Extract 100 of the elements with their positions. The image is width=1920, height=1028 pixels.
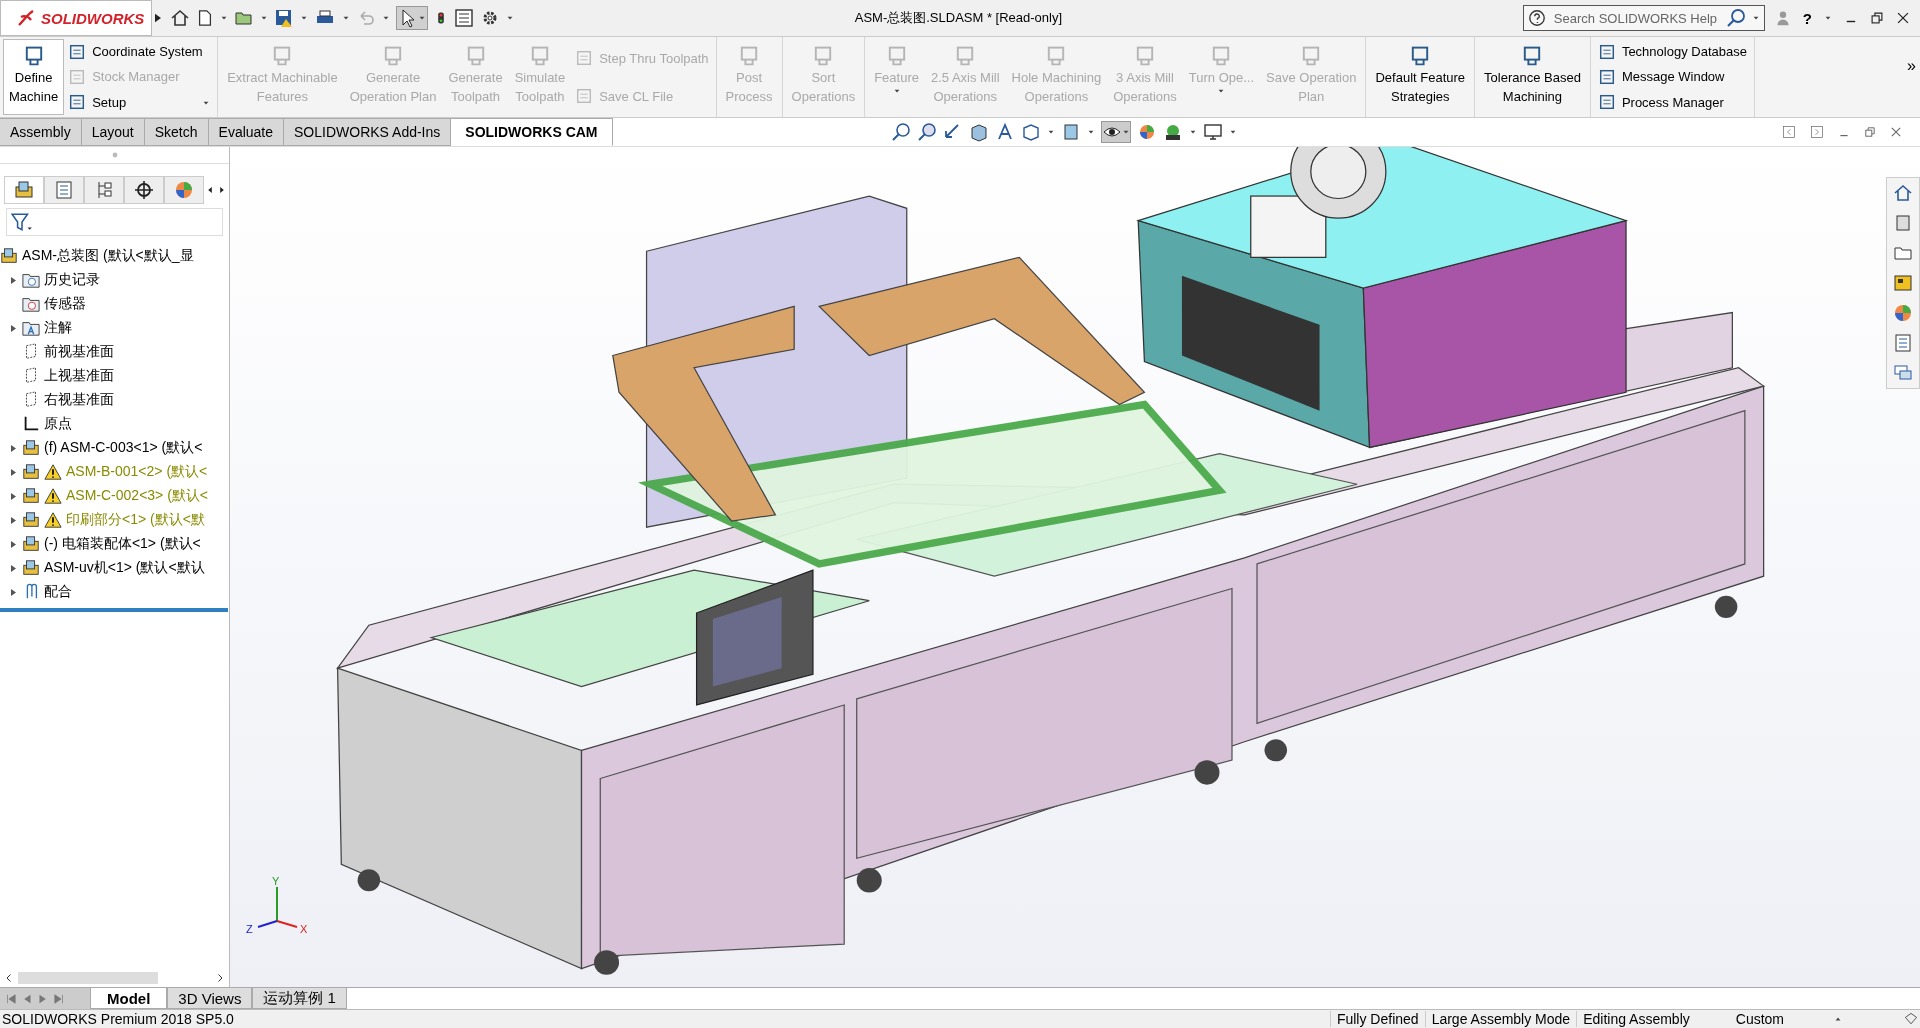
panel-tab[interactable]: [124, 176, 164, 204]
expand-arrow-icon[interactable]: [9, 515, 17, 525]
tool-icon: [1597, 42, 1616, 61]
grip-dot-icon[interactable]: [110, 151, 119, 159]
new-document-icon[interactable]: [196, 8, 214, 28]
monitor-icon[interactable]: [1202, 122, 1223, 142]
tile-right-icon[interactable]: [1810, 125, 1824, 139]
units-button[interactable]: Custom: [1735, 1011, 1842, 1027]
search-bar[interactable]: Search SOLIDWORKS Help: [1522, 5, 1765, 31]
expand-arrow-icon[interactable]: [9, 539, 17, 549]
command-tab[interactable]: Layout: [81, 118, 145, 146]
home-icon[interactable]: [1893, 183, 1913, 203]
status-text: Fully Defined: [1329, 1011, 1425, 1027]
app-logo[interactable]: SOLIDWORKS: [0, 0, 152, 36]
caret-icon[interactable]: [342, 14, 350, 22]
tree-item[interactable]: 印刷部分<1> (默认<默: [0, 508, 228, 532]
tree-item[interactable]: (-) 电箱装配体<1> (默认<: [0, 532, 228, 556]
more-button[interactable]: »: [1907, 57, 1916, 75]
help-circle-icon: [1527, 9, 1546, 27]
scroll-left-icon[interactable]: [4, 972, 14, 984]
home-icon[interactable]: [170, 8, 190, 28]
status-text: SOLIDWORKS Premium 2018 SP5.0: [1, 1011, 235, 1027]
tool-icon: [68, 42, 87, 61]
caret-icon[interactable]: [1188, 128, 1197, 136]
zoom-to-fit-icon[interactable]: [890, 122, 911, 142]
view-orientation-icon[interactable]: [1020, 122, 1041, 142]
expand-arrow-icon[interactable]: [9, 491, 17, 501]
sheet-tab[interactable]: 运动算例 1: [252, 988, 347, 1009]
first-icon[interactable]: [4, 991, 18, 1006]
tile-left-icon[interactable]: [1782, 125, 1796, 139]
caret-icon[interactable]: [382, 14, 390, 22]
caret-icon[interactable]: [1228, 128, 1237, 136]
caret-icon[interactable]: [506, 14, 514, 22]
chat-icon[interactable]: [1893, 363, 1913, 383]
tree-item[interactable]: 前视基准面: [0, 340, 228, 364]
tree-item[interactable]: ASM-总装图 (默认<默认_显: [0, 244, 228, 268]
assembly-icon: [0, 247, 18, 265]
command-tab[interactable]: Sketch: [144, 118, 209, 146]
command-tab[interactable]: Evaluate: [208, 118, 285, 146]
help-button[interactable]: ?: [1802, 9, 1812, 27]
ribbon-button[interactable]: Tolerance Based Machining: [1478, 39, 1587, 115]
expand-arrow-icon[interactable]: [9, 443, 17, 453]
tree-item[interactable]: ASM-B-001<2> (默认<: [0, 460, 228, 484]
origin-icon: [22, 415, 40, 433]
sheet-tab[interactable]: Model: [90, 988, 168, 1009]
expand-arrow-icon[interactable]: [9, 587, 17, 597]
caret-icon[interactable]: [418, 14, 426, 22]
tree-item[interactable]: 右视基准面: [0, 388, 228, 412]
caret-icon[interactable]: [220, 14, 228, 22]
tree-item[interactable]: 注解: [0, 316, 228, 340]
expand-arrow-icon[interactable]: [9, 275, 17, 285]
tree-item[interactable]: 传感器: [0, 292, 228, 316]
scroll-right-icon[interactable]: [215, 972, 225, 984]
close-icon[interactable]: [1896, 11, 1910, 25]
tree-item[interactable]: 上视基准面: [0, 364, 228, 388]
tree-item[interactable]: 原点: [0, 412, 228, 436]
caret-icon[interactable]: [1046, 128, 1055, 136]
caret-icon[interactable]: [1824, 14, 1832, 22]
caret-icon[interactable]: [1121, 128, 1130, 136]
restore-icon[interactable]: [1870, 11, 1884, 25]
command-tab[interactable]: SOLIDWORKS Add-Ins: [284, 118, 452, 146]
expand-arrow-icon[interactable]: [9, 467, 17, 477]
sheet-tab[interactable]: 3D Views: [167, 988, 253, 1009]
tree-item[interactable]: ASM-uv机<1> (默认<默认: [0, 556, 228, 580]
expand-arrow-icon[interactable]: [9, 563, 17, 573]
list-icon: [54, 180, 74, 200]
ribbon-button[interactable]: Coordinate System: [68, 41, 211, 63]
ribbon-button[interactable]: Technology Database: [1597, 41, 1747, 63]
search-field[interactable]: Search SOLIDWORKS Help: [1551, 9, 1720, 27]
tree-item[interactable]: ASM-C-002<3> (默认<: [0, 484, 228, 508]
ribbon-button[interactable]: Message Window: [1597, 66, 1747, 88]
ribbon-button[interactable]: Setup: [68, 91, 211, 113]
ribbon-button[interactable]: Default Feature Strategies: [1369, 39, 1472, 115]
zoom-area-icon[interactable]: [916, 122, 937, 142]
caret-icon[interactable]: [260, 14, 268, 22]
assembly-icon: [22, 511, 40, 529]
status-text: Large Assembly Mode: [1424, 1011, 1577, 1027]
appearance-icon: [174, 180, 194, 200]
expand-arrow-icon[interactable]: [9, 323, 17, 333]
filter-icon[interactable]: [11, 211, 33, 233]
scrollbar-thumb[interactable]: [18, 972, 158, 984]
axis-label: Z: [246, 923, 253, 935]
last-icon[interactable]: [52, 991, 66, 1006]
ribbon-button[interactable]: Process Manager: [1597, 91, 1747, 113]
tree-item[interactable]: 历史记录: [0, 268, 228, 292]
caret-icon[interactable]: [1751, 14, 1760, 22]
command-tab[interactable]: Assembly: [0, 118, 82, 146]
caret-icon[interactable]: [1086, 128, 1095, 136]
section-view-icon[interactable]: [968, 122, 989, 142]
caret-icon[interactable]: [300, 14, 308, 22]
appearance-icon[interactable]: [1893, 303, 1913, 323]
list-icon[interactable]: [1893, 333, 1913, 353]
command-tab[interactable]: SOLIDWORKS CAM: [451, 118, 613, 146]
list-icon[interactable]: [454, 8, 474, 28]
crosshair-icon: [134, 180, 154, 200]
ribbon-button[interactable]: Define Machine: [3, 39, 65, 115]
folder-gauge-icon: [22, 295, 40, 313]
save-icon[interactable]: [274, 8, 294, 28]
tree-item[interactable]: 配合: [0, 580, 228, 604]
tree-item[interactable]: (f) ASM-C-003<1> (默认<: [0, 436, 228, 460]
